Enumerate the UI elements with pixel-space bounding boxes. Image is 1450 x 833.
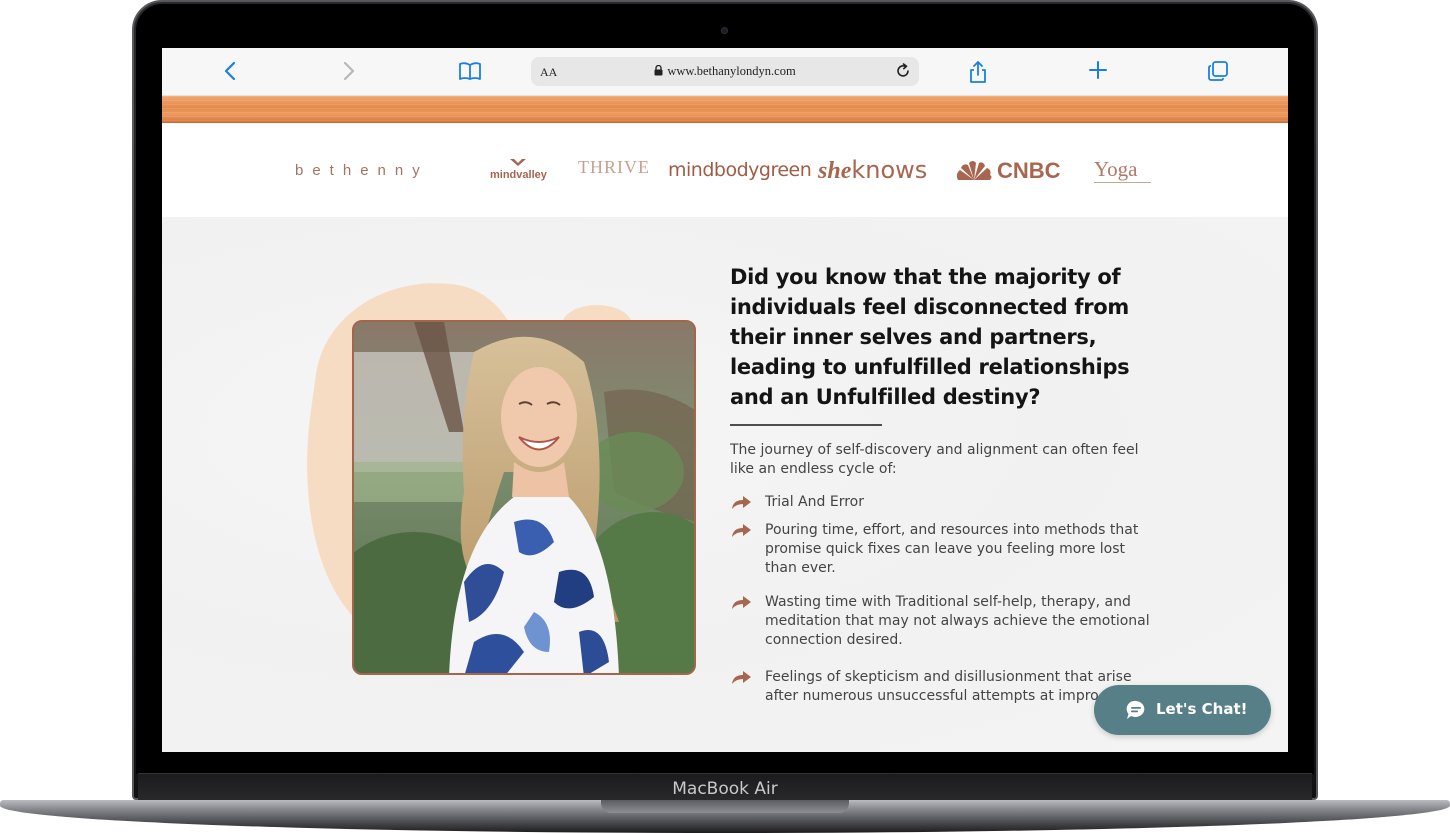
chat-button[interactable]: Let's Chat! — [1094, 685, 1271, 735]
main-section: Did you know that the majority of indivi… — [162, 217, 1288, 752]
lock-icon — [654, 64, 663, 80]
reload-icon[interactable] — [894, 62, 912, 85]
tabs-icon[interactable] — [1205, 60, 1231, 84]
list-item-text: Trial And Error — [765, 494, 864, 510]
new-tab-icon[interactable] — [1085, 60, 1111, 84]
headline: Did you know that the majority of indivi… — [730, 265, 1130, 409]
url-display: www.bethanylondyn.com — [531, 64, 919, 80]
laptop-notch — [601, 800, 849, 813]
chat-bubble-icon — [1125, 699, 1147, 725]
logo-mindvalley: mindvalley — [490, 158, 547, 181]
browser-screen: AA www.bethanylondyn.com bethenny mindva… — [162, 48, 1288, 752]
headline-divider — [730, 424, 882, 426]
logo-mindbodygreen: mindbodygreen — [668, 159, 812, 181]
list-item-text: Pouring time, effort, and resources into… — [765, 522, 1139, 576]
wood-banner — [162, 96, 1288, 123]
curved-arrow-icon — [730, 494, 752, 515]
logo-sheknows: sheknows — [818, 156, 927, 185]
mindvalley-text: mindvalley — [490, 169, 547, 181]
logo-cnbc: CNBC — [954, 158, 1061, 187]
url-text: www.bethanylondyn.com — [667, 64, 796, 78]
logo-yoga-journal: Yoga — [1094, 157, 1152, 183]
browser-toolbar: AA www.bethanylondyn.com — [162, 48, 1288, 96]
sheknows-knows: knows — [851, 156, 928, 184]
back-icon[interactable] — [217, 60, 243, 84]
peacock-icon — [954, 159, 994, 187]
camera-icon — [721, 27, 728, 34]
sheknows-she: she — [818, 158, 852, 184]
share-icon[interactable] — [965, 60, 991, 84]
logo-bethenny: bethenny — [295, 162, 429, 179]
address-bar[interactable]: AA www.bethanylondyn.com — [531, 57, 919, 86]
logo-thrive-global: THRIVE — [578, 157, 650, 177]
press-logos-row: bethenny mindvalley THRIVE mindbodygreen… — [162, 124, 1288, 217]
forward-icon[interactable] — [336, 60, 362, 84]
list-item-text: Wasting time with Traditional self-help,… — [765, 594, 1150, 648]
chat-button-label: Let's Chat! — [1156, 700, 1248, 718]
mindvalley-mark-icon — [490, 158, 547, 169]
model-label: MacBook Air — [672, 779, 778, 799]
bookmarks-icon[interactable] — [457, 60, 483, 84]
cnbc-text: CNBC — [997, 158, 1061, 183]
curved-arrow-icon — [730, 594, 752, 615]
intro-text: The journey of self-discovery and alignm… — [730, 442, 1139, 477]
portrait-photo — [352, 320, 696, 675]
curved-arrow-icon — [730, 669, 752, 690]
curved-arrow-icon — [730, 522, 752, 543]
